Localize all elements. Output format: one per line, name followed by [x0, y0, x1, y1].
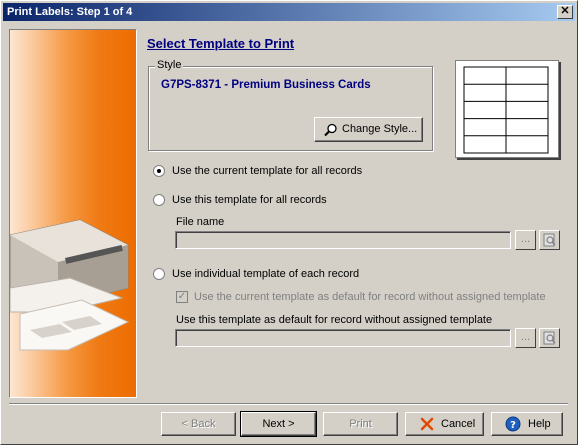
radio-this-template-label[interactable]: Use this template for all records: [172, 194, 327, 206]
default-template-field[interactable]: [175, 329, 511, 347]
svg-text:?: ?: [510, 420, 516, 431]
window-title: Print Labels: Step 1 of 4: [7, 6, 133, 18]
cancel-label: Cancel: [441, 418, 476, 430]
next-button[interactable]: Next >: [240, 411, 317, 437]
magnifier-icon: [324, 123, 337, 137]
help-button[interactable]: ? Help: [491, 412, 563, 436]
radio-individual-template-label[interactable]: Use individual template of each record: [172, 268, 359, 280]
title-bar: Print Labels: Step 1 of 4 ✕: [3, 3, 575, 21]
style-value: G7PS-8371 - Premium Business Cards: [161, 79, 371, 91]
change-style-button[interactable]: Change Style...: [314, 117, 423, 142]
footer-separator: [9, 403, 568, 405]
back-button[interactable]: < Back: [161, 412, 236, 436]
label-grid-preview: [463, 66, 549, 154]
style-group-legend: Style: [155, 59, 184, 71]
browse-default-button[interactable]: ...: [515, 328, 536, 348]
change-style-label: Change Style...: [342, 123, 418, 135]
file-name-label: File name: [176, 216, 225, 228]
cancel-button[interactable]: Cancel: [405, 412, 484, 436]
close-button[interactable]: ✕: [557, 5, 573, 19]
help-icon: ?: [505, 416, 521, 432]
radio-current-template[interactable]: [153, 165, 165, 177]
default-template-checkbox[interactable]: ✓: [176, 291, 188, 303]
print-button[interactable]: Print: [323, 412, 398, 436]
radio-this-template[interactable]: [153, 194, 165, 206]
help-label: Help: [528, 418, 551, 430]
browse-file-button[interactable]: ...: [515, 230, 536, 250]
cancel-x-icon: [420, 417, 434, 431]
template-preview: [455, 60, 559, 158]
file-name-field[interactable]: [175, 231, 511, 249]
page-heading: Select Template to Print: [147, 36, 295, 51]
radio-individual-template[interactable]: [153, 268, 165, 280]
preview-icon: [543, 233, 556, 247]
radio-current-template-label[interactable]: Use the current template for all records: [172, 165, 362, 177]
default-template-field-label: Use this template as default for record …: [176, 314, 493, 326]
preview-default-button[interactable]: [539, 328, 560, 348]
printer-illustration: [9, 29, 137, 398]
printer-icon: [10, 219, 130, 351]
preview-file-button[interactable]: [539, 230, 560, 250]
preview-icon: [543, 331, 556, 345]
default-template-checkbox-label: Use the current template as default for …: [194, 291, 546, 303]
